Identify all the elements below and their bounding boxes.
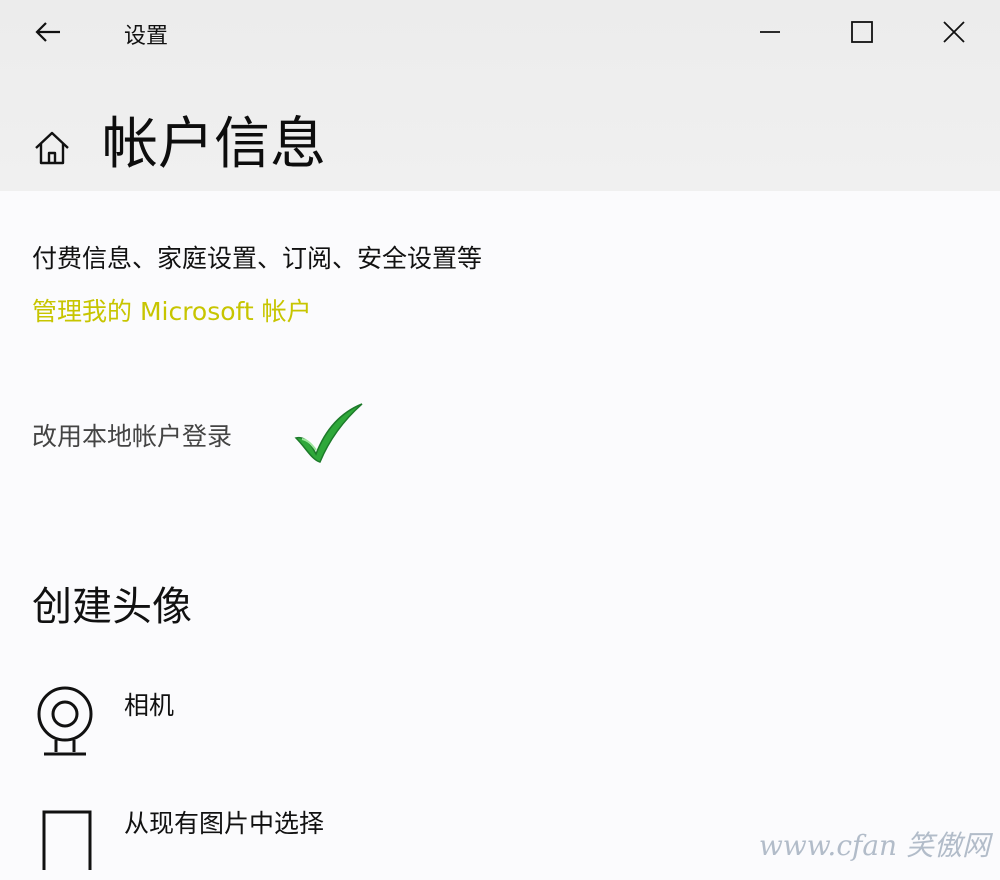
back-arrow-icon	[35, 22, 60, 42]
account-description: 付费信息、家庭设置、订阅、安全设置等	[32, 244, 483, 273]
close-button[interactable]	[924, 10, 984, 54]
webcam-icon	[37, 686, 93, 756]
app-title: 设置	[124, 24, 169, 49]
maximize-button[interactable]	[832, 10, 892, 54]
back-button[interactable]	[20, 10, 76, 54]
close-icon	[943, 21, 965, 43]
manage-microsoft-account-link[interactable]: 管理我的 Microsoft 帐户	[32, 292, 312, 328]
create-avatar-title: 创建头像	[32, 584, 192, 630]
local-account-signin-link[interactable]: 改用本地帐户登录	[32, 417, 232, 453]
picture-frame-icon	[42, 810, 92, 870]
home-button[interactable]	[28, 124, 76, 172]
watermark: www.cfan 笑傲网	[758, 829, 990, 862]
browse-picture-option-label: 从现有图片中选择	[124, 809, 325, 838]
maximize-icon	[851, 21, 873, 43]
minimize-icon	[760, 31, 780, 33]
camera-option-label: 相机	[124, 691, 175, 720]
page-title: 帐户信息	[102, 112, 326, 177]
green-checkmark-icon	[294, 403, 363, 463]
camera-option[interactable]: 相机	[32, 682, 632, 762]
minimize-button[interactable]	[740, 10, 800, 54]
home-icon	[35, 131, 69, 165]
browse-picture-option[interactable]: 从现有图片中选择	[32, 800, 632, 880]
